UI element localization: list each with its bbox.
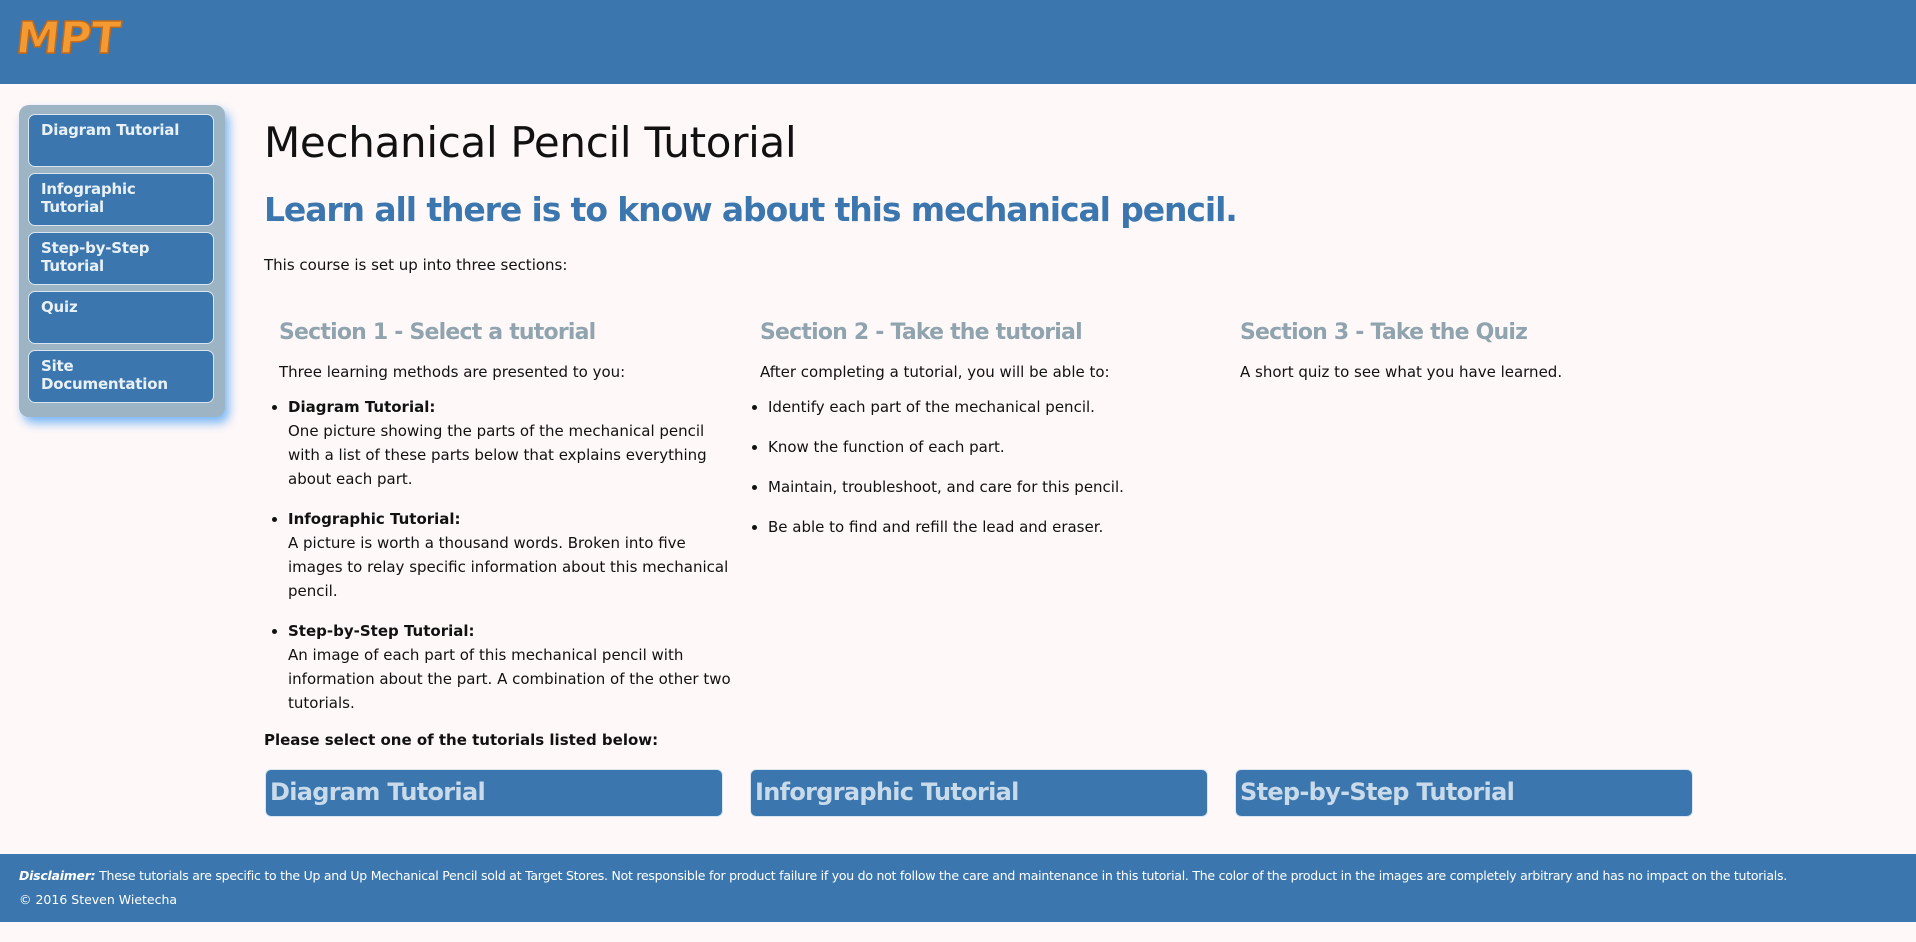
- section-2-subtitle: After completing a tutorial, you will be…: [760, 363, 1110, 381]
- list-item: Step-by-Step Tutorial: An image of each …: [288, 619, 732, 715]
- mpt-logo[interactable]: MPT: [18, 13, 150, 59]
- section-3-title: Section 3 - Take the Quiz: [1240, 320, 1528, 345]
- tutorial-methods-list: Diagram Tutorial: One picture showing th…: [264, 395, 732, 731]
- section-2-title: Section 2 - Take the tutorial: [760, 320, 1083, 345]
- disclaimer-label: Disclaimer:: [19, 868, 96, 883]
- list-item: Be able to find and refill the lead and …: [768, 515, 1124, 539]
- list-item: Infographic Tutorial: A picture is worth…: [288, 507, 732, 603]
- section-1-title: Section 1 - Select a tutorial: [279, 320, 596, 345]
- list-item-title: Diagram Tutorial:: [288, 398, 436, 416]
- sidebar-item-quiz[interactable]: Quiz: [28, 291, 214, 344]
- disclaimer: Disclaimer: These tutorials are specific…: [19, 868, 1787, 883]
- list-item-title: Step-by-Step Tutorial:: [288, 622, 475, 640]
- learning-outcomes-list: Identify each part of the mechanical pen…: [744, 395, 1124, 555]
- list-item: Diagram Tutorial: One picture showing th…: [288, 395, 732, 491]
- intro-text: This course is set up into three section…: [264, 256, 568, 274]
- page-subtitle: Learn all there is to know about this me…: [264, 190, 1238, 229]
- sidebar-item-step-by-step-tutorial[interactable]: Step-by-Step Tutorial: [28, 232, 214, 285]
- top-header-bar: MPT: [0, 0, 1916, 84]
- page-footer: Disclaimer: These tutorials are specific…: [0, 854, 1916, 922]
- list-item-text: An image of each part of this mechanical…: [288, 646, 731, 712]
- logo-text: MPT: [18, 13, 123, 59]
- sidebar-item-site-documentation[interactable]: Site Documentation: [28, 350, 214, 403]
- list-item-text: A picture is worth a thousand words. Bro…: [288, 534, 729, 600]
- section-1-subtitle: Three learning methods are presented to …: [279, 363, 626, 381]
- select-tutorial-prompt: Please select one of the tutorials liste…: [264, 731, 659, 749]
- section-3-subtitle: A short quiz to see what you have learne…: [1240, 363, 1563, 381]
- sidebar-nav: Diagram Tutorial Infographic Tutorial St…: [19, 105, 225, 417]
- list-item: Identify each part of the mechanical pen…: [768, 395, 1124, 419]
- list-item-text: One picture showing the parts of the mec…: [288, 422, 707, 488]
- list-item: Maintain, troubleshoot, and care for thi…: [768, 475, 1124, 499]
- diagram-tutorial-button[interactable]: Diagram Tutorial: [265, 769, 723, 817]
- page-title: Mechanical Pencil Tutorial: [264, 118, 797, 167]
- sidebar-item-diagram-tutorial[interactable]: Diagram Tutorial: [28, 114, 214, 167]
- copyright-text: © 2016 Steven Wietecha: [19, 892, 178, 907]
- infographic-tutorial-button[interactable]: Inforgraphic Tutorial: [750, 769, 1208, 817]
- list-item: Know the function of each part.: [768, 435, 1124, 459]
- step-by-step-tutorial-button[interactable]: Step-by-Step Tutorial: [1235, 769, 1693, 817]
- disclaimer-text: These tutorials are specific to the Up a…: [95, 868, 1787, 883]
- list-item-title: Infographic Tutorial:: [288, 510, 461, 528]
- sidebar-item-infographic-tutorial[interactable]: Infographic Tutorial: [28, 173, 214, 226]
